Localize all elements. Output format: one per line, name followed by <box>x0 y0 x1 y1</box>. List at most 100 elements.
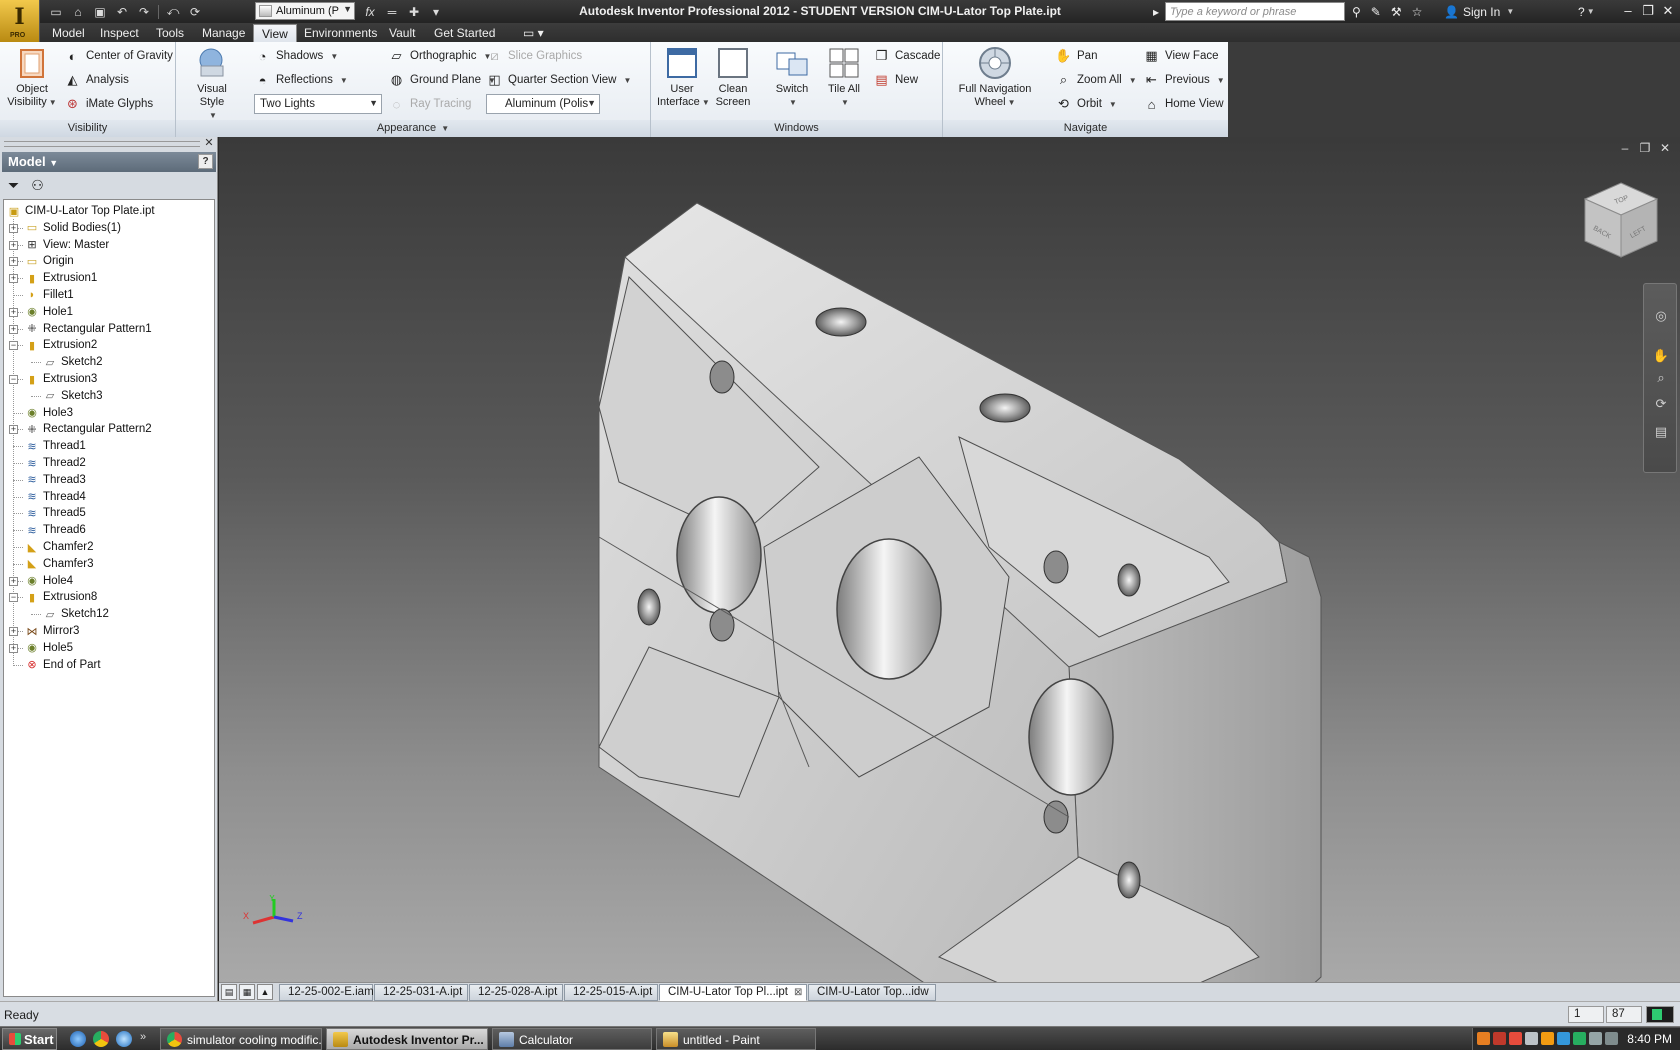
browser-header-dropdown[interactable]: Model ▼ ? <box>2 152 216 172</box>
subscription-icon[interactable]: ⚒ <box>1391 5 1402 19</box>
close-icon[interactable]: ✕ <box>203 137 215 149</box>
help-button[interactable]: ? ▼ <box>1578 2 1595 21</box>
ground-plane-button[interactable]: ◍ Ground Plane ▼ <box>388 70 496 90</box>
tree-node[interactable]: ≋ Thread1 <box>24 437 85 455</box>
viewcube[interactable]: TOP BACK LEFT <box>1579 179 1663 263</box>
restore-button[interactable]: ❐ <box>1638 2 1658 20</box>
wrench-icon[interactable]: ✎ <box>1371 5 1381 19</box>
fx-parameters-icon[interactable]: fx <box>360 3 380 21</box>
cascade-button[interactable]: ❐ Cascade <box>873 46 941 66</box>
analysis-button[interactable]: ◭ Analysis <box>64 70 129 90</box>
tree-node[interactable]: ▱ Sketch12 <box>42 605 109 623</box>
start-button[interactable]: Start <box>2 1028 57 1050</box>
slice-graphics-button[interactable]: ⧄ Slice Graphics <box>486 46 582 66</box>
tab-model[interactable]: Model <box>44 24 93 42</box>
orthographic-button[interactable]: ▱ Orthographic ▼ <box>388 46 492 66</box>
expand-icon[interactable]: + <box>9 576 18 586</box>
taskbar-item[interactable]: simulator cooling modific... <box>160 1028 322 1050</box>
close-tab-icon[interactable]: ⊠ <box>794 987 802 998</box>
search-arrow-icon[interactable]: ▸ <box>1153 2 1159 21</box>
look-at-icon[interactable]: ▤ <box>1651 422 1671 442</box>
full-navigation-wheel-button[interactable]: Full Navigation Wheel ▼ <box>953 46 1037 109</box>
tree-node[interactable]: ≋ Thread6 <box>24 521 85 539</box>
object-visibility-button[interactable]: Object Visibility ▼ <box>6 46 58 109</box>
more-quicklaunch-icon[interactable]: » <box>140 1031 146 1043</box>
imate-glyphs-button[interactable]: ⊛ iMate Glyphs <box>64 94 153 114</box>
quarter-section-view-button[interactable]: ◫ Quarter Section View ▼ <box>486 70 631 90</box>
tile-all-button[interactable]: Tile All ▼ <box>821 46 867 109</box>
viewport-close-button[interactable]: ✕ <box>1657 141 1673 155</box>
new-file-icon[interactable]: ▭ <box>46 3 66 21</box>
tree-node[interactable]: ◣ Chamfer3 <box>24 555 94 573</box>
tree-node[interactable]: ◗ Fillet1 <box>24 286 74 304</box>
collapse-icon[interactable]: − <box>9 375 18 384</box>
appearance-select[interactable]: Aluminum (Polis ▼ <box>486 94 600 114</box>
expand-icon[interactable]: + <box>9 643 18 653</box>
collapse-icon[interactable]: − <box>9 341 18 351</box>
expand-icon[interactable]: + <box>9 307 18 317</box>
taskbar-item[interactable]: Calculator <box>492 1028 652 1050</box>
minimize-button[interactable]: – <box>1618 2 1638 20</box>
tree-node[interactable]: ▮ Extrusion2 <box>24 336 97 354</box>
tray-app-icon[interactable] <box>1541 1032 1554 1045</box>
tab-vault[interactable]: Vault <box>381 24 423 42</box>
expand-icon[interactable]: + <box>9 240 18 250</box>
clean-screen-button[interactable]: Clean Screen <box>711 46 755 109</box>
binoculars-icon[interactable]: ⚲ <box>1352 5 1361 19</box>
lighting-style-select[interactable]: Two Lights ▼ <box>254 94 382 114</box>
return-icon[interactable]: ⤺ <box>163 3 183 21</box>
tree-node[interactable]: ▭ Origin <box>24 252 74 270</box>
viewport-minimize-button[interactable]: – <box>1617 141 1633 155</box>
measure-icon[interactable]: ═ <box>382 3 402 21</box>
undo-icon[interactable]: ↶ <box>112 3 132 21</box>
tree-node[interactable]: ▭ Solid Bodies(1) <box>24 219 121 237</box>
new-window-button[interactable]: ▤ New <box>873 70 918 90</box>
tray-app-icon[interactable] <box>1493 1032 1506 1045</box>
tray-amd-icon[interactable] <box>1509 1032 1522 1045</box>
tree-node[interactable]: ⊗ End of Part <box>24 656 100 674</box>
doc-tab-active[interactable]: CIM-U-Lator Top Pl...ipt ⊠ <box>659 984 807 1001</box>
clock[interactable]: 8:40 PM <box>1627 1032 1672 1046</box>
add-icon[interactable]: ✚ <box>404 3 424 21</box>
ray-tracing-button[interactable]: ◌ Ray Tracing <box>388 94 472 114</box>
doc-tab[interactable]: 12-25-028-A.ipt <box>469 984 563 1001</box>
explorer-icon[interactable] <box>70 1031 86 1047</box>
expand-icon[interactable]: + <box>9 324 18 334</box>
tree-node[interactable]: ▱ Sketch3 <box>42 387 103 405</box>
tree-node[interactable]: ≋ Thread4 <box>24 488 85 506</box>
customize-qat-icon[interactable]: ▾ <box>426 3 446 21</box>
chevron-down-icon[interactable]: ▼ <box>441 124 449 133</box>
doc-tab[interactable]: CIM-U-Lator Top...idw <box>808 984 936 1001</box>
tree-node[interactable]: ◉ Hole5 <box>24 639 73 657</box>
tray-app-icon[interactable] <box>1589 1032 1602 1045</box>
tree-node[interactable]: ▮ Extrusion3 <box>24 370 97 388</box>
browser-grip[interactable] <box>4 141 200 147</box>
internet-explorer-icon[interactable] <box>116 1031 132 1047</box>
tab-get-started[interactable]: Get Started <box>426 24 503 42</box>
visual-style-button[interactable]: Visual Style ▼ <box>184 46 240 122</box>
expand-icon[interactable]: + <box>9 223 18 233</box>
doc-tab[interactable]: 12-25-031-A.ipt <box>374 984 468 1001</box>
graphics-window[interactable]: – ❐ ✕ TOP BACK LEFT ◎ ✋ ⌕ ⟳ ▤ X Y Z <box>219 137 1680 982</box>
tree-node[interactable]: ◉ Hole3 <box>24 404 73 422</box>
expand-icon[interactable]: + <box>9 627 18 636</box>
tree-node[interactable]: ◉ Hole4 <box>24 572 73 590</box>
save-icon[interactable]: ▣ <box>90 3 110 21</box>
tree-node[interactable]: ≋ Thread3 <box>24 471 85 489</box>
application-menu-button[interactable]: I PRO <box>0 0 40 42</box>
help-icon[interactable]: ? <box>198 154 213 169</box>
expand-icon[interactable]: + <box>9 274 18 284</box>
taskbar-item[interactable]: untitled - Paint <box>656 1028 816 1050</box>
expand-icon[interactable]: + <box>9 425 18 435</box>
tree-node[interactable]: ▱ Sketch2 <box>42 353 103 371</box>
tree-node[interactable]: ◉ Hole1 <box>24 303 73 321</box>
tray-app-icon[interactable] <box>1573 1032 1586 1045</box>
tab-view[interactable]: View <box>253 24 297 42</box>
close-window-button[interactable]: ✕ <box>1658 2 1678 20</box>
collapse-icon[interactable]: − <box>9 593 18 603</box>
tab-scroll-up-icon[interactable]: ▲ <box>257 984 273 1000</box>
sign-in-button[interactable]: 👤 Sign In ▼ <box>1444 2 1514 21</box>
zoom-all-button[interactable]: ⌕ Zoom All ▼ <box>1055 70 1137 90</box>
ribbon-display-options-icon[interactable]: ▭ ▾ <box>515 24 552 42</box>
doc-tab[interactable]: 12-25-015-A.ipt <box>564 984 658 1001</box>
